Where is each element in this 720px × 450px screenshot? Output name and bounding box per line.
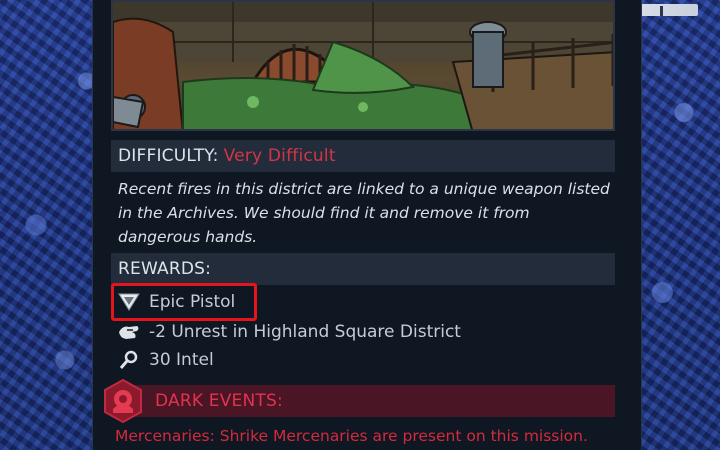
reward-text: 30 Intel	[149, 350, 214, 370]
reward-text: Epic Pistol	[149, 292, 236, 312]
rewards-bar: REWARDS:	[111, 253, 615, 285]
dark-events-label: DARK EVENTS:	[155, 391, 283, 411]
dark-events-bar: DARK EVENTS:	[111, 385, 615, 417]
difficulty-label: DIFFICULTY:	[118, 146, 219, 166]
reward-item-intel: 30 Intel	[117, 346, 214, 374]
mission-illustration	[111, 0, 615, 131]
dark-event-detail: Mercenaries: Shrike Mercenaries are pres…	[115, 427, 588, 445]
intel-magnifier-icon	[117, 348, 141, 372]
rewards-label: REWARDS:	[118, 259, 212, 279]
weapon-rarity-icon	[117, 290, 141, 314]
unrest-fist-icon	[117, 320, 141, 344]
hud-marker	[660, 6, 663, 16]
dark-event-badge-icon	[101, 378, 145, 424]
reward-item-epic-pistol[interactable]: Epic Pistol	[117, 288, 235, 316]
reward-item-unrest: -2 Unrest in Highland Square District	[117, 318, 461, 346]
reward-text: -2 Unrest in Highland Square District	[149, 322, 461, 342]
mission-description: Recent fires in this district are linked…	[118, 180, 610, 246]
difficulty-value: Very Difficult	[223, 146, 336, 166]
difficulty-bar: DIFFICULTY: Very Difficult	[111, 140, 615, 172]
mission-panel: DIFFICULTY: Very Difficult Recent fires …	[92, 0, 642, 450]
